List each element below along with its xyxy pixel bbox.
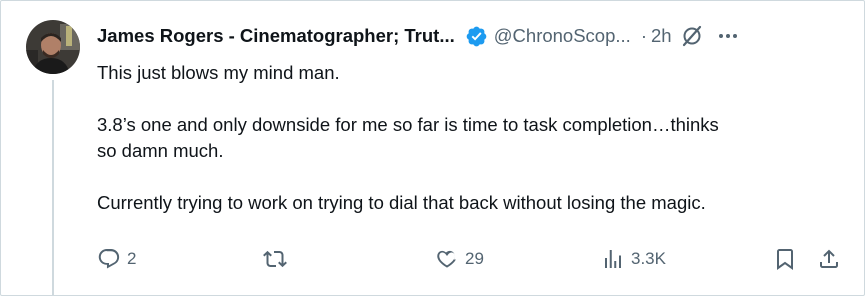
tweet-line: This just blows my mind man. — [97, 62, 340, 83]
handle[interactable]: @ChronoScop... — [494, 25, 631, 47]
views-count: 3.3K — [631, 249, 666, 268]
timestamp[interactable]: 2h — [651, 25, 672, 47]
tweet-line: so damn much. — [97, 140, 224, 161]
share-button[interactable] — [817, 245, 841, 273]
grok-slash-icon[interactable] — [680, 24, 704, 48]
tweet-header: James Rogers - Cinematographer; Trut... … — [97, 20, 847, 52]
reply-icon — [98, 249, 120, 269]
share-icon — [820, 249, 838, 268]
action-bar: 2 29 3.3K — [97, 245, 845, 273]
tweet-line: 3.8’s one and only downside for me so fa… — [97, 114, 719, 135]
more-icon[interactable] — [716, 24, 740, 48]
like-button[interactable]: 29 — [435, 245, 484, 273]
like-icon — [437, 250, 456, 268]
separator-dot: · — [640, 25, 647, 46]
avatar[interactable] — [26, 20, 80, 74]
tweet-text: This just blows my mind man. 3.8’s one a… — [97, 60, 847, 216]
views-button[interactable]: 3.3K — [601, 245, 666, 273]
thread-line — [52, 80, 54, 296]
bookmark-icon — [777, 249, 793, 270]
reply-button[interactable]: 2 — [97, 245, 136, 273]
views-icon — [605, 250, 621, 268]
repost-icon — [263, 250, 287, 268]
display-name[interactable]: James Rogers - Cinematographer; Trut... — [97, 25, 455, 47]
tweet-line: Currently trying to work on trying to di… — [97, 192, 706, 213]
like-count: 29 — [465, 249, 484, 268]
repost-button[interactable] — [263, 245, 293, 273]
reply-count: 2 — [127, 249, 137, 268]
bookmark-button[interactable] — [773, 245, 797, 273]
tweet-card[interactable]: James Rogers - Cinematographer; Trut... … — [0, 0, 865, 296]
verified-badge-icon — [466, 26, 487, 46]
